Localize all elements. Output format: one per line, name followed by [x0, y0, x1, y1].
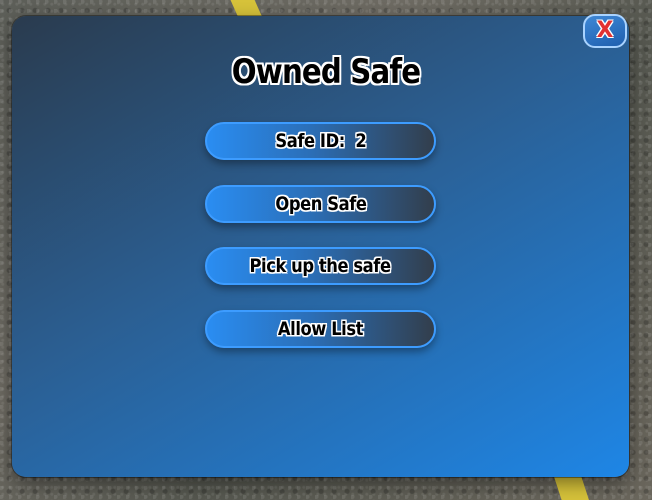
dialog-title: Owned Safe	[231, 52, 421, 92]
close-x-icon: X	[596, 18, 614, 43]
allow-list-button[interactable]: Allow List	[205, 310, 436, 348]
close-button[interactable]: X	[583, 14, 627, 48]
pick-up-safe-label: Pick up the safe	[249, 255, 392, 277]
safe-id-label: Safe ID: 2	[275, 130, 366, 152]
open-safe-label: Open Safe	[274, 193, 367, 215]
safe-id-button[interactable]: Safe ID: 2	[205, 122, 436, 160]
allow-list-label: Allow List	[277, 318, 364, 340]
pick-up-safe-button[interactable]: Pick up the safe	[205, 247, 436, 285]
open-safe-button[interactable]: Open Safe	[205, 185, 436, 223]
